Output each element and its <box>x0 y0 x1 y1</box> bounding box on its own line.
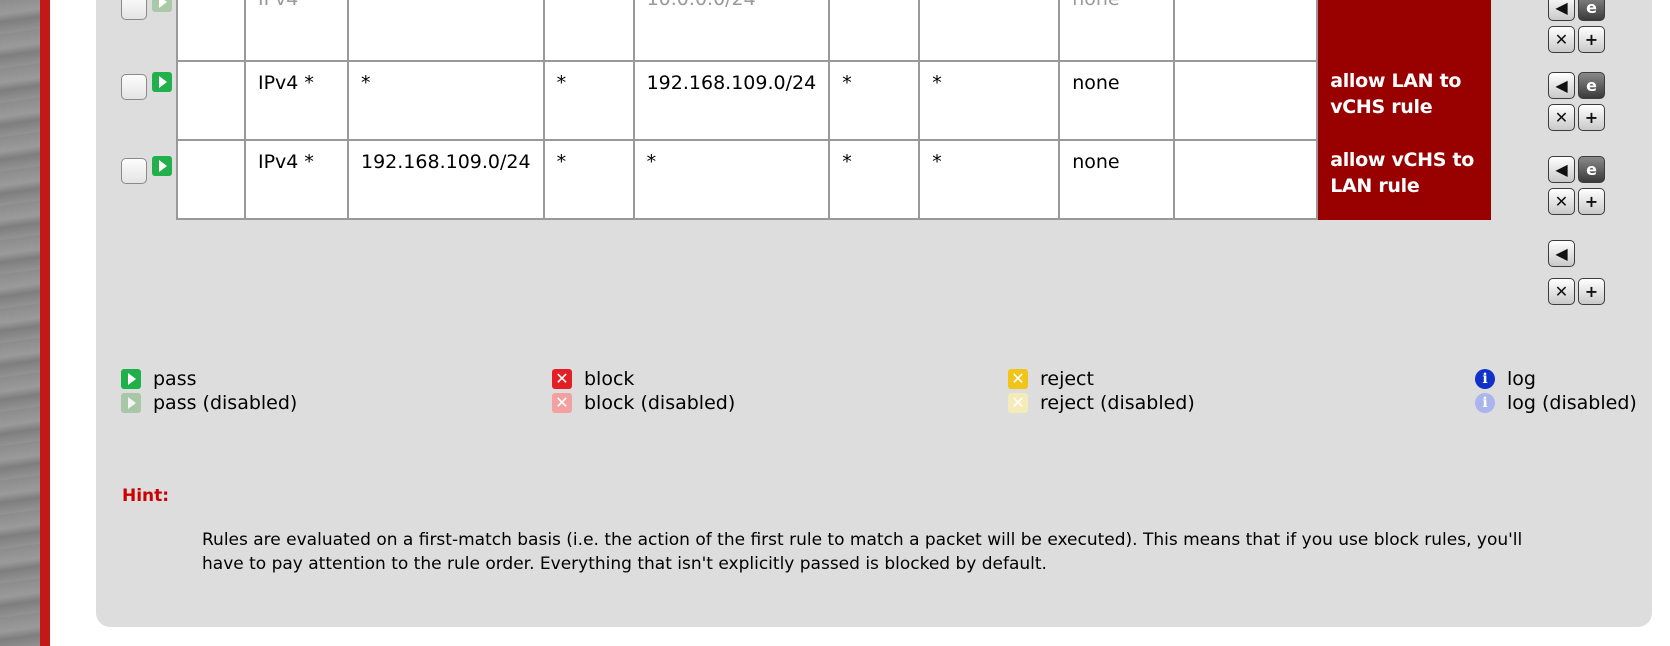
legend-pass: pass pass (disabled) <box>121 367 297 415</box>
hint-text: Rules are evaluated on a first-match bas… <box>202 530 1523 574</box>
rule-source-port-cell: * <box>542 60 635 141</box>
add-icon[interactable]: + <box>1578 26 1605 53</box>
move-up-icon[interactable]: ◀ <box>1548 72 1575 99</box>
rule-source-cell: * <box>347 60 545 141</box>
move-up-icon[interactable]: ◀ <box>1548 156 1575 183</box>
rule-source-port-cell: * <box>542 0 635 62</box>
rule-select-checkbox[interactable] <box>121 74 147 100</box>
rule-gateway-cell: * <box>918 60 1061 141</box>
rule-destination-cell: 192.168.109.0/24 <box>632 60 831 141</box>
rule-destination-cell: * <box>632 139 831 220</box>
rule-description: allow LAN to vCHS rule <box>1330 70 1462 118</box>
rule-id-cell <box>176 139 246 220</box>
table-row[interactable]: IPv4 * * * 192.168.109.0/24 * * none all… <box>176 60 1492 141</box>
edit-icon[interactable]: e <box>1578 156 1605 183</box>
rule-select-checkbox[interactable] <box>121 0 147 20</box>
reject-disabled-icon: ✕ <box>1008 393 1028 413</box>
block-icon: ✕ <box>552 369 572 389</box>
firewall-rules-table: IPv4 * * * 10.0.0.0/24 * * none IPv4 * *… <box>176 0 1492 220</box>
rule-schedule-cell <box>1173 60 1319 141</box>
add-rule-icon[interactable]: + <box>1578 278 1605 305</box>
legend-label: block (disabled) <box>584 392 736 414</box>
rule-queue-cell: none <box>1058 139 1176 220</box>
rule-source-cell: 192.168.109.0/24 <box>347 139 545 220</box>
rule-destination-port-cell: * <box>828 60 921 141</box>
legend-label: log <box>1507 368 1536 390</box>
rule-proto-cell: IPv4 * <box>244 60 349 141</box>
pass-disabled-icon[interactable] <box>152 0 172 12</box>
delete-icon[interactable]: ✕ <box>1548 26 1575 53</box>
rule-select-checkbox[interactable] <box>121 158 147 184</box>
rule-queue-cell: none <box>1058 60 1176 141</box>
move-to-end-icon[interactable]: ◀ <box>1548 240 1575 267</box>
rule-schedule-cell <box>1173 0 1319 62</box>
rule-source-cell: * <box>347 0 545 62</box>
add-icon[interactable]: + <box>1578 104 1605 131</box>
edit-icon[interactable]: e <box>1578 0 1605 21</box>
hint-label: Hint: <box>122 486 170 506</box>
rule-description-cell: allow LAN to vCHS rule <box>1316 60 1492 141</box>
legend-label: log (disabled) <box>1507 392 1637 414</box>
reject-icon: ✕ <box>1008 369 1028 389</box>
rule-destination-cell: 10.0.0.0/24 <box>632 0 831 62</box>
legend-label: reject (disabled) <box>1040 392 1195 414</box>
legend-reject: ✕ reject ✕ reject (disabled) <box>1008 367 1195 415</box>
legend-log: i log i log (disabled) <box>1475 367 1637 415</box>
legend-label: reject <box>1040 368 1094 390</box>
rule-id-cell <box>176 0 246 62</box>
rule-schedule-cell <box>1173 139 1319 220</box>
legend-label: pass <box>153 368 197 390</box>
rule-description-cell: allow vCHS to LAN rule <box>1316 139 1492 220</box>
rule-gateway-cell: * <box>918 139 1061 220</box>
rule-destination-port-cell: * <box>828 0 921 62</box>
legend-block: ✕ block ✕ block (disabled) <box>552 367 735 415</box>
rule-proto-cell: IPv4 * <box>244 139 349 220</box>
table-row[interactable]: IPv4 * * * 10.0.0.0/24 * * none <box>176 0 1492 62</box>
pass-icon <box>121 369 141 389</box>
log-disabled-icon: i <box>1475 393 1495 413</box>
rule-proto-cell: IPv4 * <box>244 0 349 62</box>
delete-icon[interactable]: ✕ <box>1548 188 1575 215</box>
delete-selected-icon[interactable]: ✕ <box>1548 278 1575 305</box>
delete-icon[interactable]: ✕ <box>1548 104 1575 131</box>
rule-description-cell <box>1316 0 1492 62</box>
pass-icon[interactable] <box>152 72 172 92</box>
rule-description: allow vCHS to LAN rule <box>1330 149 1475 197</box>
legend-label: block <box>584 368 635 390</box>
block-disabled-icon: ✕ <box>552 393 572 413</box>
rule-id-cell <box>176 60 246 141</box>
rule-destination-port-cell: * <box>828 139 921 220</box>
rule-gateway-cell: * <box>918 0 1061 62</box>
pass-disabled-icon <box>121 393 141 413</box>
edit-icon[interactable]: e <box>1578 72 1605 99</box>
legend-label: pass (disabled) <box>153 392 298 414</box>
rule-source-port-cell: * <box>542 139 635 220</box>
pass-icon[interactable] <box>152 156 172 176</box>
add-icon[interactable]: + <box>1578 188 1605 215</box>
left-red-border <box>40 0 50 646</box>
move-up-icon[interactable]: ◀ <box>1548 0 1575 21</box>
table-row[interactable]: IPv4 * 192.168.109.0/24 * * * * none all… <box>176 139 1492 220</box>
log-icon: i <box>1475 369 1495 389</box>
rule-queue-cell: none <box>1058 0 1176 62</box>
